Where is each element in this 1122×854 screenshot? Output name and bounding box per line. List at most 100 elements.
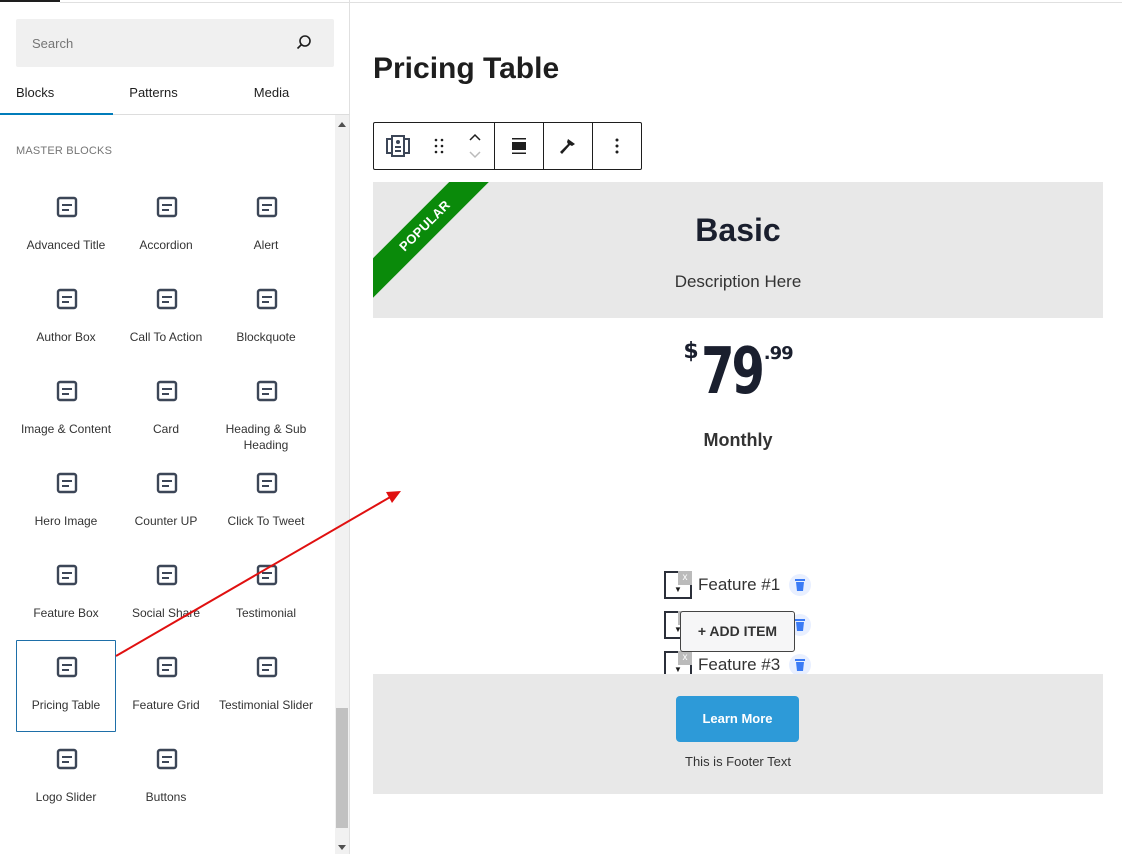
pricing-table-icon bbox=[55, 655, 79, 679]
accordion-icon bbox=[155, 195, 179, 219]
scroll-up-icon[interactable] bbox=[338, 122, 346, 127]
block-item[interactable]: Call To Action bbox=[116, 272, 216, 364]
more-options-button[interactable] bbox=[593, 123, 641, 169]
block-label: Hero Image bbox=[34, 514, 98, 528]
block-item[interactable]: Logo Slider bbox=[16, 732, 116, 824]
block-item[interactable]: Image & Content bbox=[16, 364, 116, 456]
scrollbar-thumb[interactable] bbox=[336, 708, 348, 828]
price-decimal: .99 bbox=[763, 343, 794, 364]
block-label: Blockquote bbox=[236, 330, 296, 344]
chevron-down-icon: ▼ bbox=[674, 665, 682, 674]
advanced-title-icon bbox=[55, 195, 79, 219]
block-item[interactable]: Click To Tweet bbox=[216, 456, 316, 548]
inserter-tabs: Blocks Patterns Media bbox=[0, 80, 350, 115]
block-item[interactable]: Card bbox=[116, 364, 216, 456]
block-label: Image & Content bbox=[20, 422, 112, 436]
remove-icon[interactable]: x bbox=[678, 571, 692, 585]
trash-icon[interactable] bbox=[789, 654, 812, 676]
block-label: Click To Tweet bbox=[227, 514, 305, 528]
feature-grid-icon bbox=[155, 655, 179, 679]
align-full-icon bbox=[512, 138, 526, 154]
author-box-icon bbox=[55, 287, 79, 311]
block-label: Alert bbox=[253, 238, 279, 252]
remove-icon[interactable]: x bbox=[678, 651, 692, 665]
block-item[interactable]: Feature Box bbox=[16, 548, 116, 640]
pricing-table-icon[interactable] bbox=[386, 134, 410, 158]
feature-box-icon bbox=[55, 563, 79, 587]
block-item[interactable]: Heading & Sub Heading bbox=[216, 364, 316, 456]
trash-icon[interactable] bbox=[789, 574, 812, 596]
block-item[interactable]: Social Share bbox=[116, 548, 216, 640]
chevron-down-icon: ▼ bbox=[674, 585, 682, 594]
footer-text[interactable]: This is Footer Text bbox=[373, 754, 1103, 769]
share-icon bbox=[155, 563, 179, 587]
feature-label[interactable]: Feature #3 bbox=[698, 655, 780, 675]
block-inserter-sidebar: Search Blocks Patterns Media MASTER BLOC… bbox=[0, 0, 350, 854]
testimonial-icon bbox=[255, 563, 279, 587]
move-up-down-icon[interactable] bbox=[468, 133, 482, 159]
pricing-header[interactable]: POPULAR Basic Description Here bbox=[373, 182, 1103, 318]
block-label: Accordion bbox=[139, 238, 193, 252]
align-button[interactable] bbox=[495, 123, 544, 169]
scrollbar[interactable] bbox=[335, 115, 349, 854]
add-item-button[interactable]: + ADD ITEM bbox=[680, 611, 795, 652]
price-period[interactable]: Monthly bbox=[373, 430, 1103, 451]
block-label: Buttons bbox=[145, 790, 187, 804]
tab-media[interactable]: Media bbox=[215, 80, 328, 115]
block-item[interactable]: Testimonial bbox=[216, 548, 316, 640]
feature-label[interactable]: Feature #1 bbox=[698, 575, 780, 595]
section-title: MASTER BLOCKS bbox=[16, 145, 113, 157]
plan-description[interactable]: Description Here bbox=[373, 272, 1103, 292]
block-label: Pricing Table bbox=[31, 698, 101, 712]
block-label: Counter UP bbox=[134, 514, 198, 528]
block-controls bbox=[374, 123, 495, 169]
block-item[interactable]: Alert bbox=[216, 180, 316, 272]
pricing-footer: Learn More This is Footer Text bbox=[373, 674, 1103, 794]
price-amount: 79 bbox=[700, 335, 765, 409]
block-item[interactable]: Pricing Table bbox=[16, 640, 116, 732]
counter-icon bbox=[155, 471, 179, 495]
block-label: Feature Box bbox=[33, 606, 99, 620]
hero-image-icon bbox=[55, 471, 79, 495]
price-currency: $ bbox=[683, 339, 699, 364]
logo-slider-icon bbox=[55, 747, 79, 771]
search-icon[interactable] bbox=[296, 34, 312, 50]
scroll-down-icon[interactable] bbox=[338, 845, 346, 850]
plan-name[interactable]: Basic bbox=[373, 212, 1103, 249]
drag-handle-icon[interactable] bbox=[434, 138, 444, 154]
block-label: Call To Action bbox=[129, 330, 203, 344]
search-input[interactable]: Search bbox=[16, 19, 334, 67]
search-placeholder: Search bbox=[32, 36, 74, 51]
block-item[interactable]: Feature Grid bbox=[116, 640, 216, 732]
block-item[interactable]: Author Box bbox=[16, 272, 116, 364]
block-label: Card bbox=[152, 422, 179, 436]
block-toolbar bbox=[373, 122, 642, 170]
testimonial-slider-icon bbox=[255, 655, 279, 679]
style-button[interactable] bbox=[544, 123, 593, 169]
block-label: Author Box bbox=[36, 330, 96, 344]
block-item[interactable]: Testimonial Slider bbox=[216, 640, 316, 732]
block-label: Feature Grid bbox=[132, 698, 200, 712]
image-content-icon bbox=[55, 379, 79, 403]
call-to-action-icon bbox=[155, 287, 179, 311]
block-label: Testimonial bbox=[235, 606, 297, 620]
feature-item[interactable]: ▼ x Feature #1 bbox=[664, 571, 812, 599]
block-item[interactable]: Advanced Title bbox=[16, 180, 116, 272]
block-item[interactable]: Counter UP bbox=[116, 456, 216, 548]
block-item[interactable]: Blockquote bbox=[216, 272, 316, 364]
block-item[interactable]: Buttons bbox=[116, 732, 216, 824]
price[interactable]: $79.99 bbox=[373, 335, 1103, 409]
tab-patterns[interactable]: Patterns bbox=[97, 80, 210, 115]
page-title[interactable]: Pricing Table bbox=[373, 52, 559, 86]
blockquote-icon bbox=[255, 287, 279, 311]
heading-icon bbox=[255, 379, 279, 403]
feature-icon-picker[interactable]: ▼x bbox=[664, 571, 692, 599]
card-icon bbox=[155, 379, 179, 403]
more-vertical-icon bbox=[615, 138, 619, 154]
block-item[interactable]: Accordion bbox=[116, 180, 216, 272]
block-item[interactable]: Hero Image bbox=[16, 456, 116, 548]
bell-icon bbox=[255, 195, 279, 219]
learn-more-button[interactable]: Learn More bbox=[676, 696, 799, 742]
block-label: Logo Slider bbox=[35, 790, 97, 804]
twitter-icon bbox=[255, 471, 279, 495]
